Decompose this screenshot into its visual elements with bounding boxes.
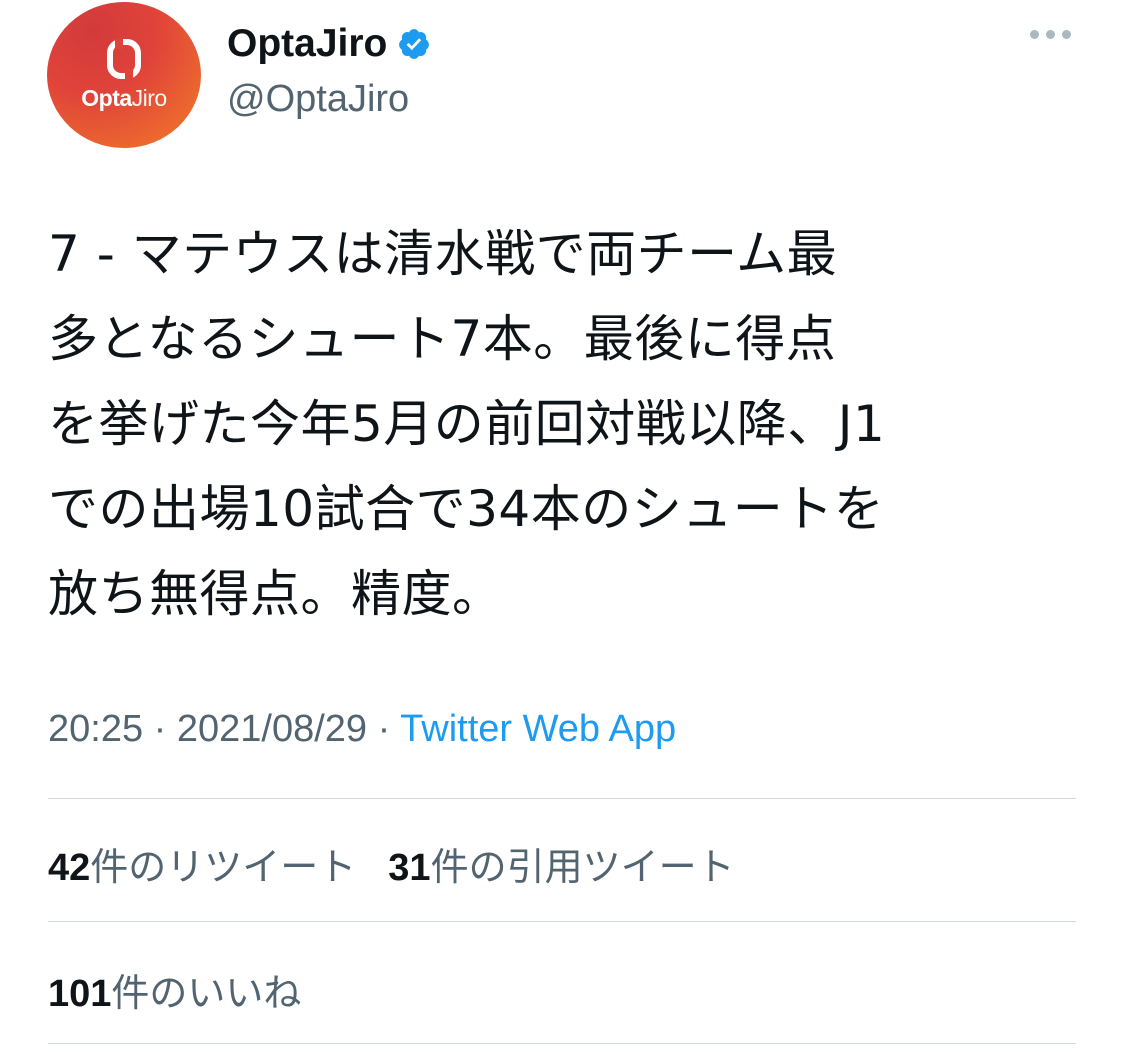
author-name-row[interactable]: OptaJiro bbox=[227, 22, 431, 66]
quote-tweets-stat[interactable]: 31件の引用ツイート bbox=[388, 836, 734, 891]
avatar-logo-text: OptaJiro bbox=[81, 84, 167, 111]
meta-separator: · bbox=[377, 708, 391, 750]
tweet-source-link[interactable]: Twitter Web App bbox=[400, 708, 676, 750]
more-options-button[interactable] bbox=[1030, 30, 1071, 39]
tweet-time[interactable]: 20:25 bbox=[48, 708, 143, 750]
tweet-metadata: 20:25 · 2021/08/29 · Twitter Web App bbox=[48, 708, 676, 751]
divider bbox=[48, 798, 1076, 799]
verified-badge-icon bbox=[399, 29, 430, 59]
retweets-stat[interactable]: 42件のリツイート bbox=[48, 836, 356, 891]
tweet-date[interactable]: 2021/08/29 bbox=[177, 708, 367, 750]
user-handle[interactable]: @OptaJiro bbox=[227, 78, 409, 121]
divider bbox=[48, 921, 1076, 922]
avatar[interactable]: OptaJiro bbox=[47, 2, 201, 148]
likes-stat[interactable]: 101件のいいね bbox=[48, 962, 301, 1017]
opta-logo-icon bbox=[107, 38, 141, 79]
engagement-stats-row: 42件のリツイート 31件の引用ツイート bbox=[48, 836, 735, 891]
tweet-text: 7 - マテウスは清水戦で両チーム最 多となるシュート7本。最後に得点 を挙げた… bbox=[48, 225, 886, 623]
likes-stats-row: 101件のいいね bbox=[48, 962, 301, 1017]
display-name[interactable]: OptaJiro bbox=[227, 22, 387, 66]
more-horizontal-icon bbox=[1030, 30, 1039, 39]
meta-separator: · bbox=[153, 708, 167, 750]
divider bbox=[48, 1043, 1076, 1044]
